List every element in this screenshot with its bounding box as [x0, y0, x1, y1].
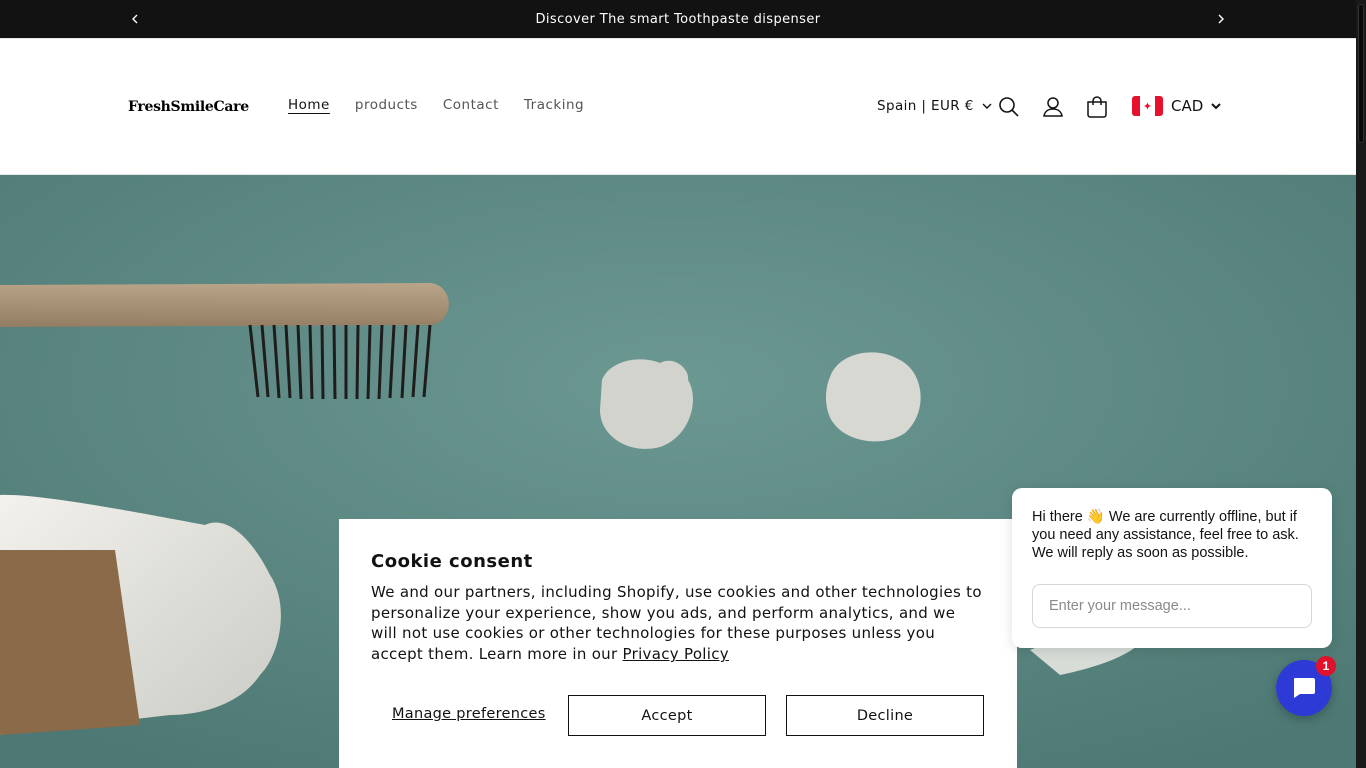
currency-code: CAD — [1171, 97, 1204, 115]
cookie-body: We and our partners, including Shopify, … — [371, 582, 985, 665]
cookie-title: Cookie consent — [371, 551, 533, 572]
chevron-down-icon — [982, 103, 992, 109]
announcement-text: Discover The smart Toothpaste dispenser — [535, 11, 821, 27]
chevron-down-icon — [1211, 103, 1222, 110]
logo[interactable]: FreshSmileCare — [128, 99, 249, 115]
nav-contact[interactable]: Contact — [443, 97, 499, 113]
chat-message: Hi there 👋 We are currently offline, but… — [1032, 508, 1312, 562]
nav-home[interactable]: Home — [288, 97, 330, 113]
scrollbar-thumb[interactable] — [1358, 4, 1364, 143]
chevron-left-icon[interactable] — [127, 11, 143, 27]
locale-selector[interactable]: Spain | EUR € — [877, 98, 992, 114]
chat-message-input[interactable] — [1032, 584, 1312, 628]
canada-flag-icon: ✦ — [1132, 96, 1163, 116]
locale-label: Spain | EUR € — [877, 98, 974, 114]
announcement-bar: Discover The smart Toothpaste dispenser — [0, 0, 1356, 38]
search-icon[interactable] — [998, 96, 1022, 120]
chat-greeting: Hi there — [1032, 509, 1083, 525]
accept-button[interactable]: Accept — [568, 695, 766, 736]
currency-selector[interactable]: ✦ CAD — [1132, 96, 1222, 116]
chat-popup: Hi there 👋 We are currently offline, but… — [1012, 488, 1332, 648]
decline-button[interactable]: Decline — [786, 695, 984, 736]
unread-badge: 1 — [1316, 656, 1336, 676]
privacy-policy-link[interactable]: Privacy Policy — [623, 645, 729, 663]
page-scrollbar[interactable] — [1356, 0, 1366, 768]
cookie-buttons: Manage preferences Accept Decline — [371, 695, 985, 736]
nav-tracking[interactable]: Tracking — [524, 97, 584, 113]
cart-icon[interactable] — [1086, 96, 1110, 120]
wave-emoji-icon: 👋 — [1086, 509, 1105, 525]
manage-preferences-button[interactable]: Manage preferences — [392, 706, 546, 722]
site-header: FreshSmileCare Home products Contact Tra… — [0, 38, 1356, 175]
nav-products[interactable]: products — [355, 97, 418, 113]
chat-bubble-icon — [1294, 678, 1315, 698]
cookie-consent-dialog: Cookie consent We and our partners, incl… — [339, 519, 1017, 768]
account-icon[interactable] — [1042, 96, 1066, 120]
chevron-right-icon[interactable] — [1213, 11, 1229, 27]
main-nav: Home products Contact Tracking — [288, 97, 609, 113]
